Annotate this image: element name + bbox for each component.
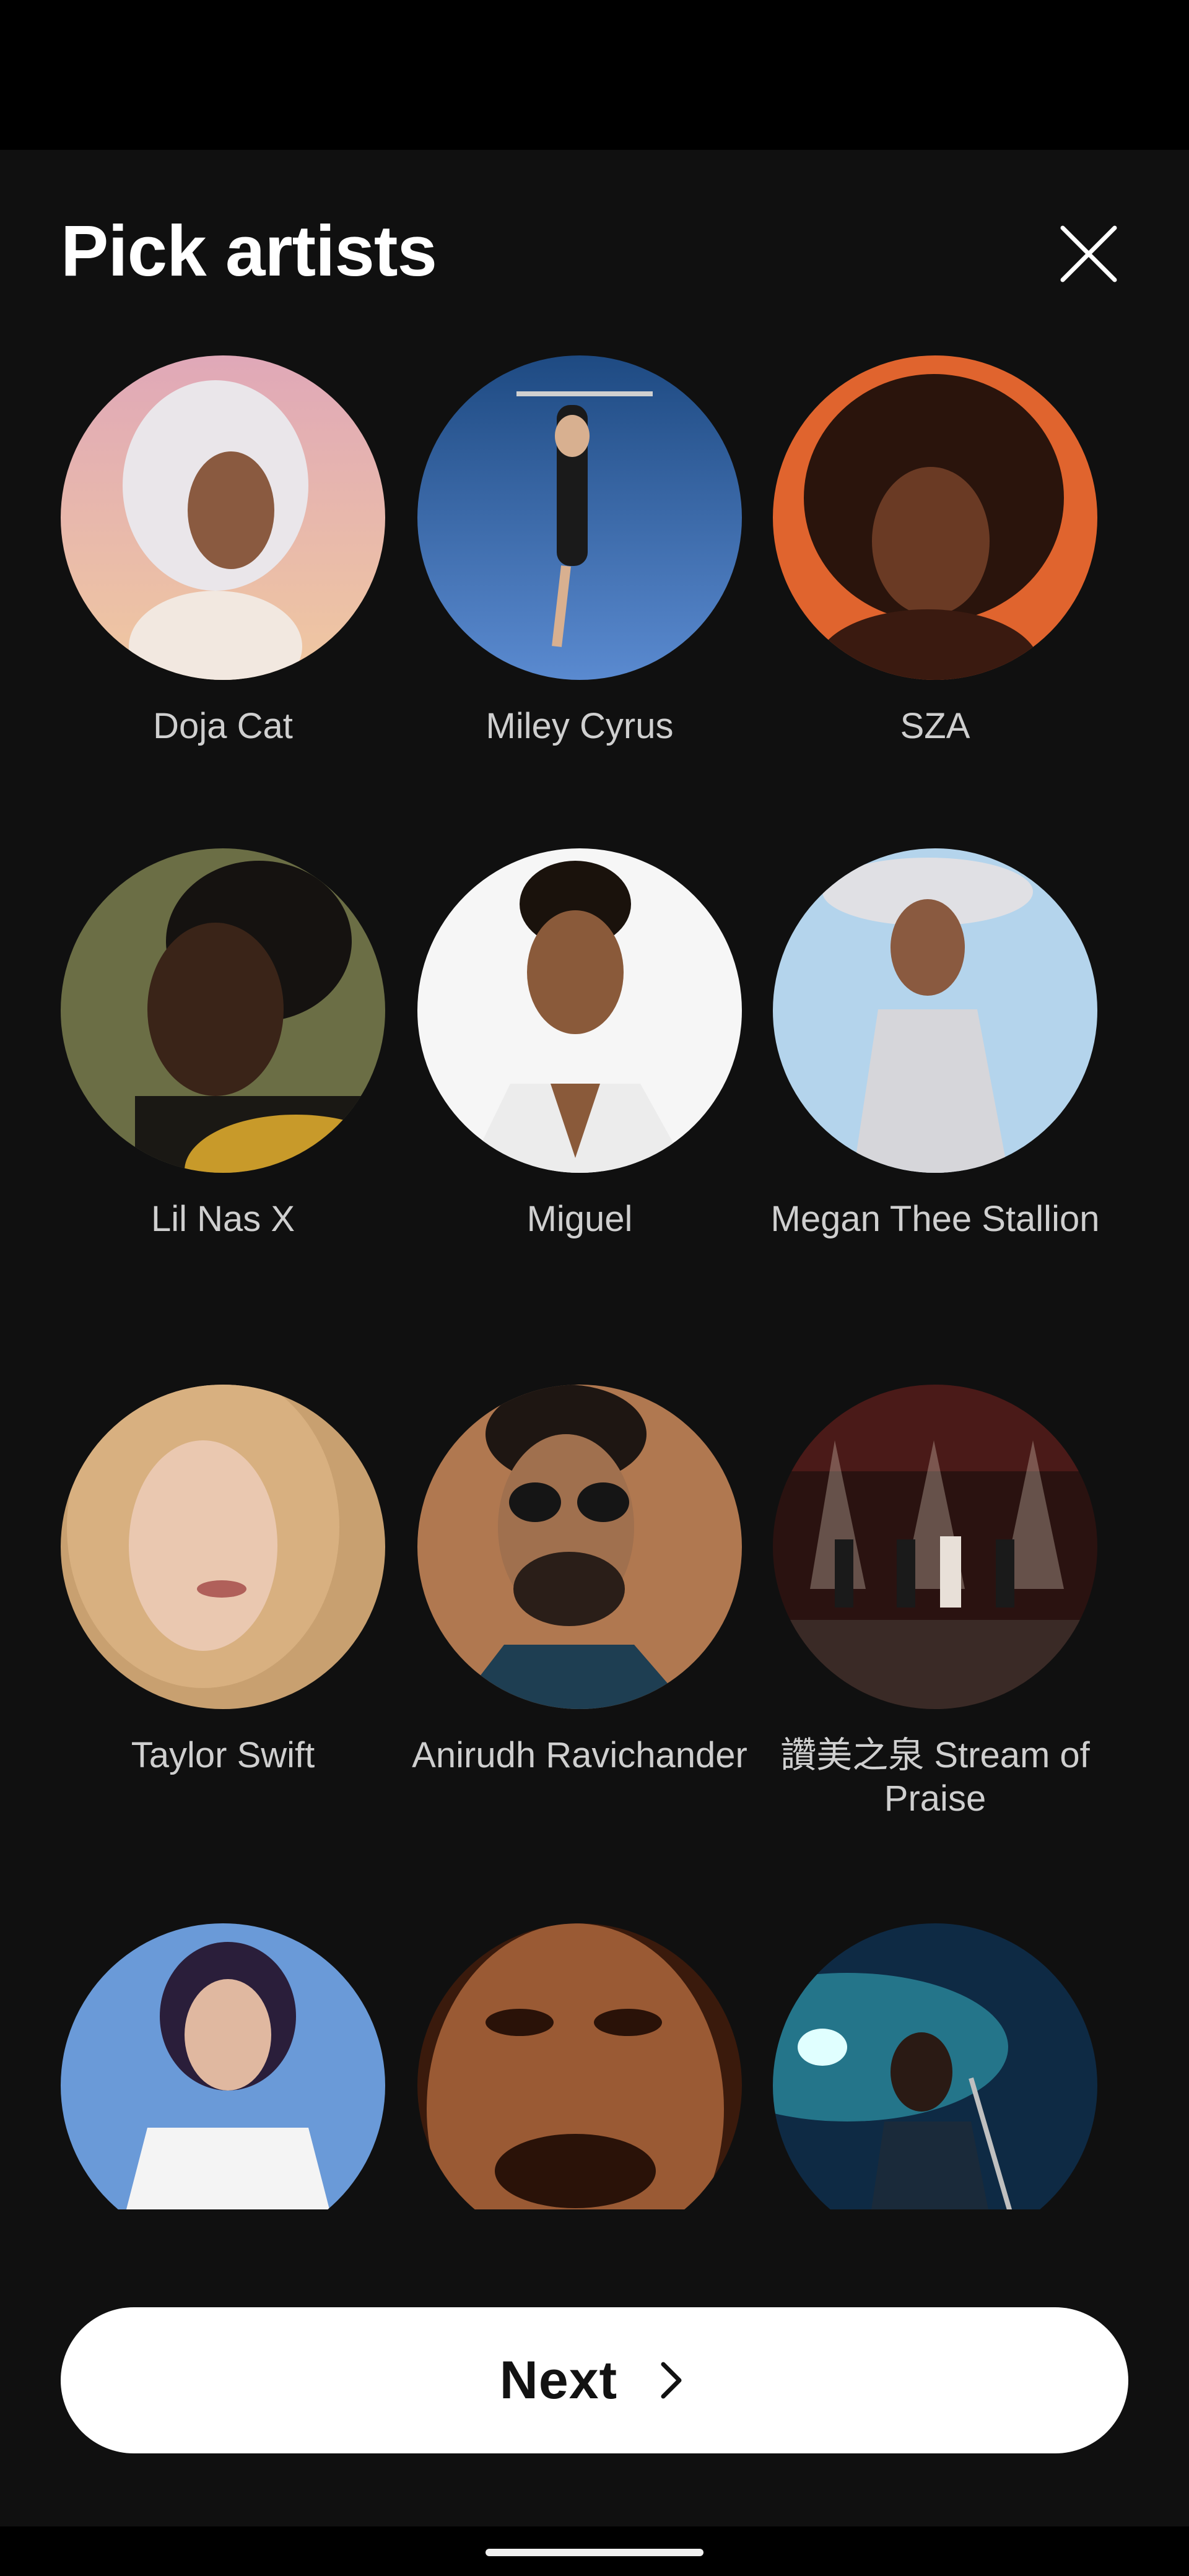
artist-tile-anirudh-ravichander[interactable]: Anirudh Ravichander xyxy=(388,1385,772,1777)
next-button[interactable]: Next xyxy=(61,2307,1128,2453)
artist-avatar xyxy=(773,1923,1097,2209)
artist-tile-stream-of-praise[interactable]: 讚美之泉 Stream of Praise xyxy=(743,1385,1127,1821)
artist-avatar xyxy=(773,848,1097,1173)
artist-name: Taylor Swift xyxy=(131,1735,315,1775)
artist-avatar xyxy=(417,1385,742,1709)
artist-avatar xyxy=(417,848,742,1173)
artist-tile-sza[interactable]: SZA xyxy=(743,355,1127,748)
artist-tile-taylor-swift[interactable]: Taylor Swift xyxy=(31,1385,415,1777)
artist-tile-megan-thee-stallion[interactable]: Megan Thee Stallion xyxy=(743,848,1127,1241)
close-icon xyxy=(1060,225,1117,282)
artist-name: Miguel xyxy=(526,1199,633,1239)
artist-name: SZA xyxy=(900,706,970,746)
artist-tile-miley-cyrus[interactable]: Miley Cyrus xyxy=(388,355,772,748)
close-button[interactable] xyxy=(1053,218,1125,290)
artist-avatar xyxy=(417,355,742,680)
artist-name: Doja Cat xyxy=(153,706,293,746)
artist-tile[interactable] xyxy=(743,1923,1127,2209)
artist-avatar xyxy=(61,848,385,1173)
artist-tile-miguel[interactable]: Miguel xyxy=(388,848,772,1241)
artist-name: Anirudh Ravichander xyxy=(412,1735,747,1775)
chevron-right-icon xyxy=(652,2356,689,2405)
artist-avatar xyxy=(417,1923,742,2209)
artist-tile[interactable] xyxy=(31,1923,415,2209)
artist-avatar xyxy=(61,355,385,680)
artist-avatar xyxy=(773,1385,1097,1709)
artist-tile[interactable] xyxy=(388,1923,772,2209)
artist-avatar xyxy=(773,355,1097,680)
artist-tile-doja-cat[interactable]: Doja Cat xyxy=(31,355,415,748)
artist-name: 讚美之泉 Stream of Praise xyxy=(780,1735,1090,1819)
home-indicator[interactable] xyxy=(486,2549,703,2556)
artist-avatar xyxy=(61,1923,385,2209)
page-title: Pick artists xyxy=(61,211,437,291)
artist-name: Miley Cyrus xyxy=(486,706,674,746)
artist-name: Lil Nas X xyxy=(150,1199,295,1239)
artist-grid[interactable]: Doja Cat Miley Cyrus SZA Lil Nas X Migue… xyxy=(0,347,1189,2209)
status-bar xyxy=(0,0,1189,150)
artist-tile-lil-nas-x[interactable]: Lil Nas X xyxy=(31,848,415,1241)
artist-avatar xyxy=(61,1385,385,1709)
artist-name: Megan Thee Stallion xyxy=(770,1199,1100,1239)
next-button-label: Next xyxy=(499,2350,618,2410)
